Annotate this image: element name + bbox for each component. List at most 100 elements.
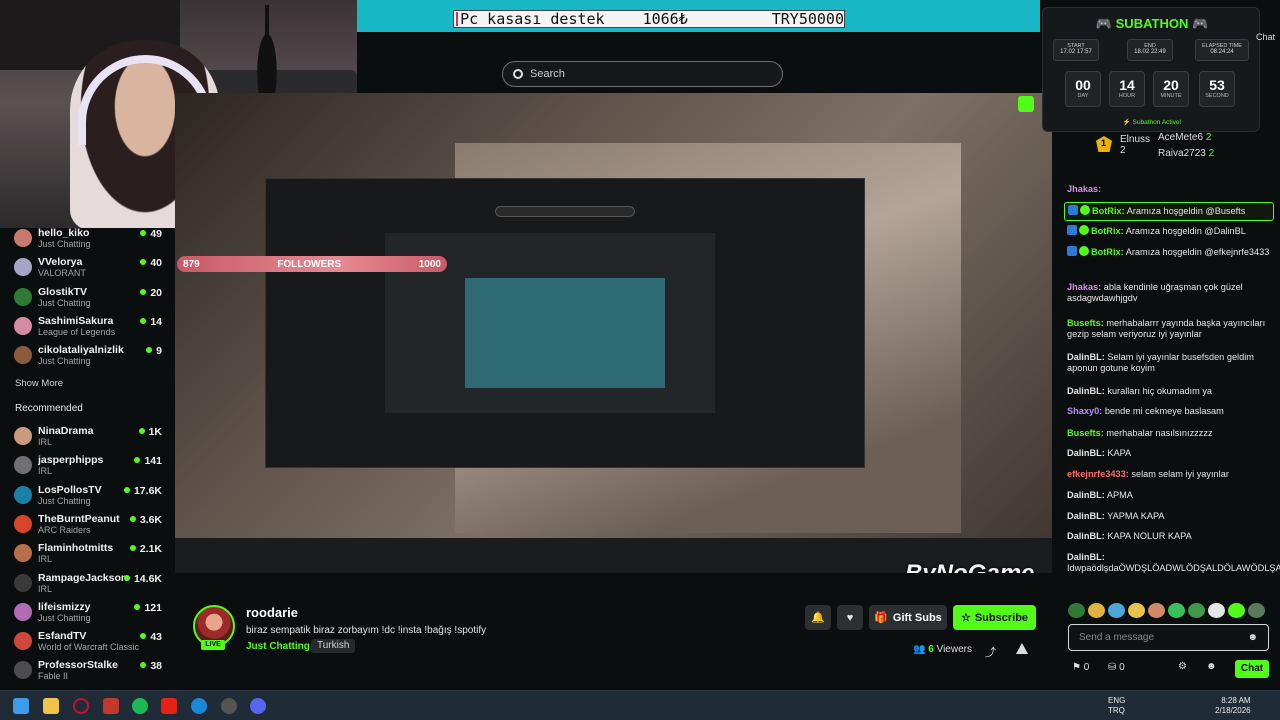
file-explorer-icon[interactable] xyxy=(43,698,59,714)
chat-text: YAPMA KAPA xyxy=(1107,511,1165,521)
spotify-icon[interactable] xyxy=(132,698,148,714)
sidebar-channel[interactable]: jasperphipps IRL 141 xyxy=(14,453,164,481)
emote-menu-icon[interactable]: ☻ xyxy=(1206,661,1217,672)
subathon-end: END 18.02 22:49 xyxy=(1127,39,1173,61)
channel-category: Just Chatting xyxy=(38,239,91,249)
sidebar-channel[interactable]: TheBurntPeanut ARC Raiders 3.6K xyxy=(14,512,164,540)
sidebar-channel[interactable]: ProfessorStalke Fable II 38 xyxy=(14,658,164,686)
stream-category[interactable]: Just Chatting xyxy=(246,641,310,652)
emote-icon[interactable] xyxy=(1228,603,1245,618)
sidebar-channel[interactable]: LosPollosTV Just Chatting 17.6K xyxy=(14,483,164,511)
edge-icon[interactable] xyxy=(191,698,207,714)
youtube-icon[interactable] xyxy=(161,698,177,714)
donation-banner: Pc kasası destek 1066₺ TRY50000 xyxy=(357,0,1040,32)
emote-icon[interactable] xyxy=(1068,603,1085,618)
chat-username[interactable]: DalinBL: xyxy=(1067,448,1105,458)
emote-icon[interactable] xyxy=(1208,603,1225,618)
subscribe-button[interactable]: ☆ Subscribe xyxy=(953,605,1036,630)
chat-username[interactable]: DalinBL: xyxy=(1067,386,1105,396)
leader-top: Elnuss 2 xyxy=(1120,134,1151,156)
stream-language-tag[interactable]: Turkish xyxy=(311,639,356,653)
chat-username[interactable]: DalinBL: xyxy=(1067,490,1105,500)
channel-viewers: 17.6K xyxy=(124,485,162,497)
sidebar-channel[interactable]: GlostikTV Just Chatting 20 xyxy=(14,285,164,313)
channel-name: LosPollosTV xyxy=(38,483,102,496)
chat-username[interactable]: DalinBL: xyxy=(1067,531,1105,541)
verified-badge-icon xyxy=(1080,205,1090,215)
sidebar-channel[interactable]: RampageJackson IRL 14.6K xyxy=(14,571,164,599)
chat-text: merhabalar nasılsınızzzzz xyxy=(1106,428,1213,438)
channel-category: Just Chatting xyxy=(38,297,91,308)
follow-button[interactable]: ♥ xyxy=(837,605,863,630)
chat-username[interactable]: Jhakas: xyxy=(1067,184,1101,194)
sidebar-channel[interactable]: Flaminhotmitts IRL 2.1K xyxy=(14,541,164,569)
system-clock[interactable]: 8:28 AM 2/18/2026 xyxy=(1215,696,1251,716)
streamer-name[interactable]: roodarie xyxy=(246,605,298,620)
send-chat-button[interactable]: Chat xyxy=(1235,660,1269,678)
gift-subs-button[interactable]: 🎁 Gift Subs xyxy=(869,605,947,630)
subathon-elapsed: ELAPSED TIME 08:24:24 xyxy=(1195,39,1249,61)
star-icon: ☆ xyxy=(960,612,971,624)
emote-icon[interactable] xyxy=(1128,603,1145,618)
sidebar-channel[interactable]: cikolataliyalnizlik Just Chatting 9 xyxy=(14,343,164,371)
chat-message: DalinBL: KAPA NOLUR KAPA xyxy=(1064,529,1274,545)
channel-avatar xyxy=(14,229,32,247)
subscribe-label: Subscribe xyxy=(974,611,1029,624)
sidebar-channel[interactable]: VVelorya VALORANT 40 xyxy=(14,255,164,283)
emote-icon[interactable] xyxy=(1148,603,1165,618)
share-icon[interactable]: ⤴ xyxy=(985,644,996,660)
chat-username[interactable]: efkejnrfe3433: xyxy=(1067,469,1129,479)
emoji-icon[interactable]: ☻ xyxy=(1247,632,1258,643)
app-icon[interactable] xyxy=(103,698,119,714)
emote-icon[interactable] xyxy=(1188,603,1205,618)
sidebar-channel[interactable]: lifeismizzy Just Chatting 121 xyxy=(14,600,164,628)
channel-name: RampageJackson xyxy=(38,571,128,584)
chat-username[interactable]: Jhakas: xyxy=(1067,282,1101,292)
emote-icon[interactable] xyxy=(1248,603,1265,618)
channel-viewers: 14 xyxy=(140,316,162,328)
moderator-badge-icon xyxy=(1068,205,1078,215)
chat-username[interactable]: DalinBL: xyxy=(1067,352,1105,362)
chat-username[interactable]: Busefts: xyxy=(1067,428,1104,438)
chat-username[interactable]: DalinBL: xyxy=(1067,511,1105,521)
discord-icon[interactable] xyxy=(250,698,266,714)
chat-text: Aramıza hoşgeldin @DalinBL xyxy=(1125,226,1246,236)
kick-logo-icon xyxy=(1018,96,1034,112)
emote-icon[interactable] xyxy=(1168,603,1185,618)
emote-icon[interactable] xyxy=(1088,603,1105,618)
channel-points-a[interactable]: ⚑ 0 xyxy=(1072,662,1089,673)
chat-username[interactable]: BotRix: xyxy=(1092,206,1125,216)
chat-username[interactable]: BotRix: xyxy=(1091,247,1124,257)
emote-bar[interactable] xyxy=(1068,603,1268,619)
chat-username[interactable]: DalinBL: xyxy=(1067,552,1105,562)
settings-gear-icon[interactable]: ⚙ xyxy=(1178,661,1187,672)
chat-text: IdwpaödlşdaÖWDŞLÖADWLÖDŞALDÖLAWÖDLŞAW xyxy=(1067,563,1280,573)
chat-username[interactable]: BotRix: xyxy=(1091,226,1124,236)
channel-viewers: 20 xyxy=(140,287,162,299)
channel-points-b[interactable]: ⛁ 0 xyxy=(1108,662,1125,673)
sidebar-channel[interactable]: NinaDrama IRL 1K xyxy=(14,424,164,452)
sidebar-channel[interactable]: hello_kiko Just Chatting 49 xyxy=(14,226,164,254)
chat-message: DalinBL: kuralları hiç okumadım ya xyxy=(1064,384,1274,400)
windows-start-icon[interactable] xyxy=(13,698,29,714)
chat-message: DalinBL: KAPA xyxy=(1064,446,1274,462)
chat-message-input[interactable]: Send a message ☻ xyxy=(1068,624,1269,651)
emote-icon[interactable] xyxy=(1108,603,1125,618)
channel-avatar xyxy=(14,544,32,563)
show-more-link[interactable]: Show More xyxy=(15,378,63,389)
windows-taskbar: ENG TRQ 8:28 AM 2/18/2026 xyxy=(0,690,1280,720)
opera-icon[interactable] xyxy=(73,698,89,714)
channel-viewers: 121 xyxy=(134,602,162,614)
moderator-badge-icon xyxy=(1067,225,1077,235)
notification-bell-button[interactable]: 🔔 xyxy=(805,605,831,630)
report-icon[interactable] xyxy=(1016,643,1028,654)
moderator-badge-icon xyxy=(1067,246,1077,256)
chat-username[interactable]: Busefts: xyxy=(1067,318,1104,328)
sidebar-channel[interactable]: EsfandTV World of Warcraft Classic 43 xyxy=(14,629,164,657)
sidebar-channel[interactable]: SashimiSakura League of Legends 14 xyxy=(14,314,164,342)
obs-icon[interactable] xyxy=(221,698,237,714)
search-input[interactable]: Search xyxy=(502,61,783,87)
language-indicator[interactable]: ENG TRQ xyxy=(1108,696,1125,716)
chat-username[interactable]: Shaxy0: xyxy=(1067,406,1102,416)
stream-video-player[interactable] xyxy=(175,93,1052,573)
